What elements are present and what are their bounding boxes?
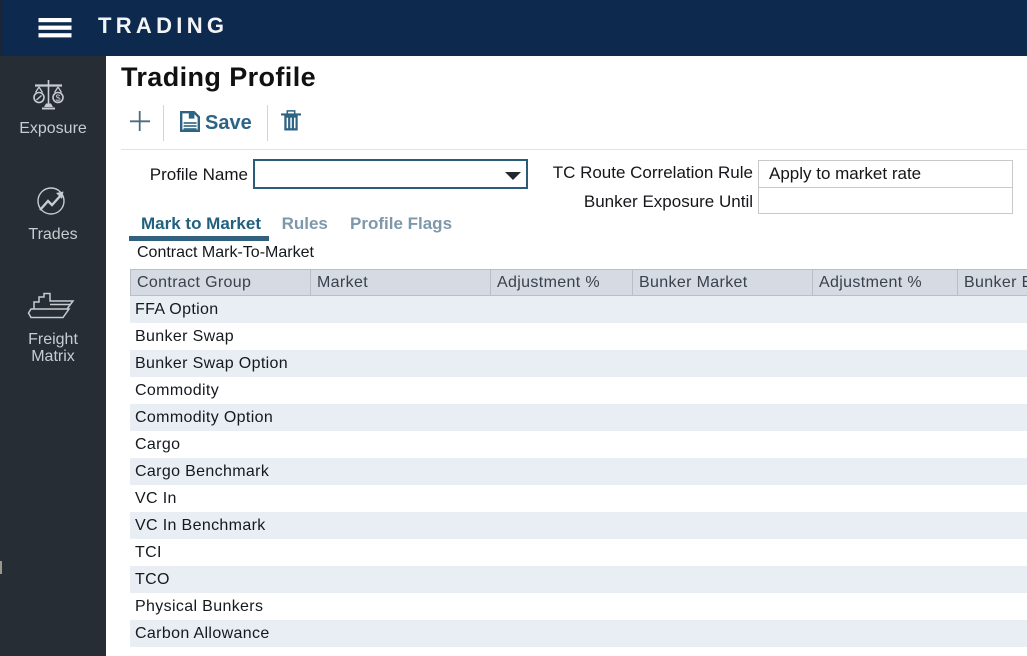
svg-text:$: $ (55, 93, 60, 103)
